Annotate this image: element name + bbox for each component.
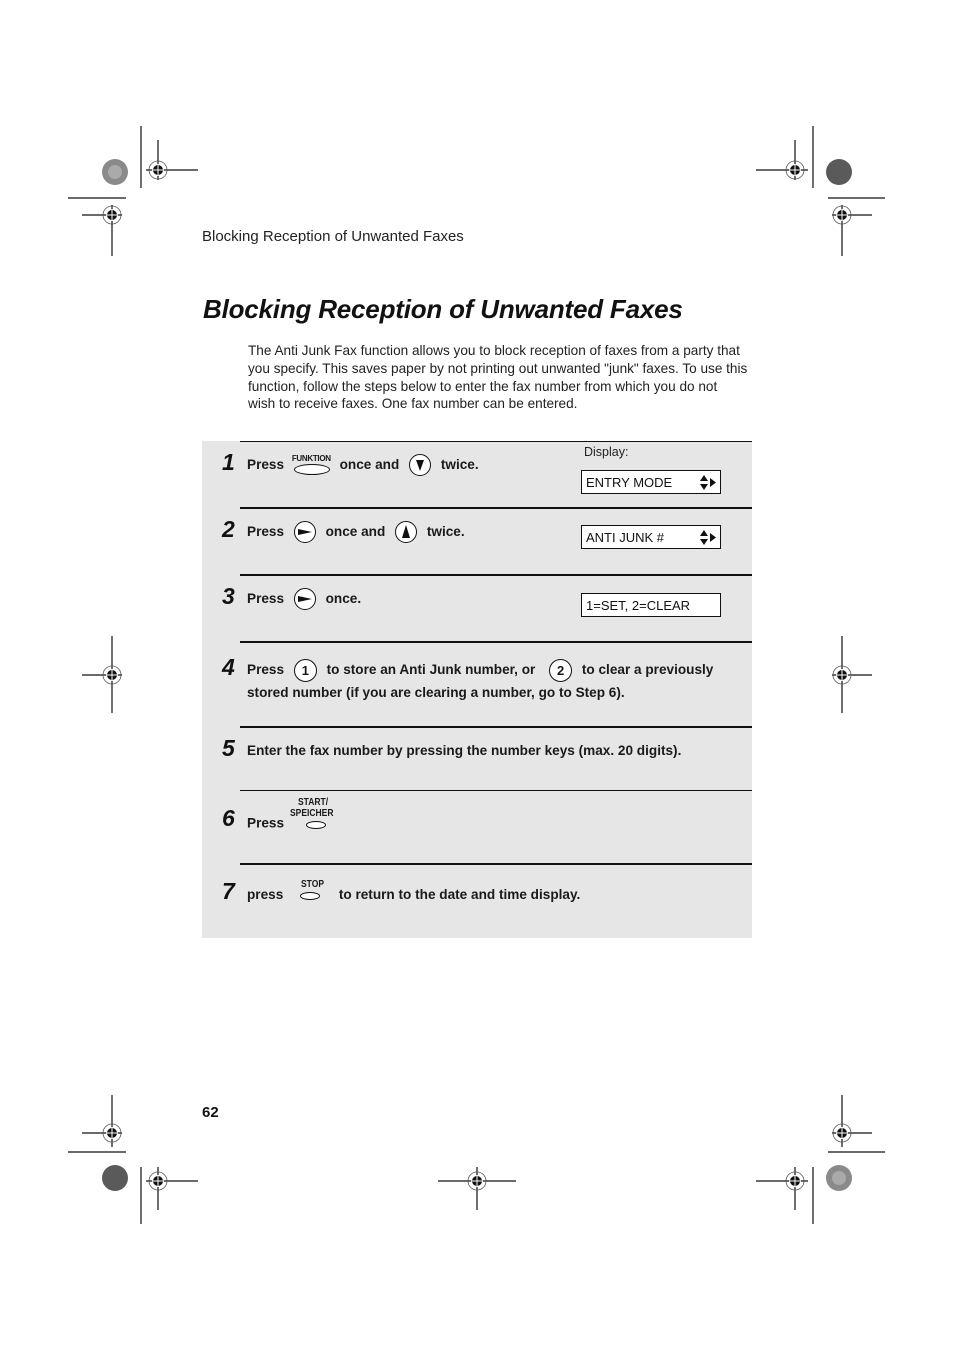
running-head: Blocking Reception of Unwanted Faxes bbox=[202, 228, 464, 245]
step-text-end: to return to the date and time display. bbox=[338, 887, 581, 902]
key-label-top: START/ bbox=[297, 797, 328, 808]
step-text: Press START/ SPEICHER bbox=[247, 797, 342, 837]
display-label: Display: bbox=[584, 445, 629, 459]
lcd-text: ENTRY MODE bbox=[586, 475, 673, 490]
step-text-mid: once and bbox=[325, 524, 386, 539]
divider bbox=[240, 726, 752, 728]
stop-key-icon: STOP bbox=[295, 879, 331, 906]
start-speicher-key-icon: START/ SPEICHER bbox=[289, 797, 342, 837]
divider bbox=[240, 441, 752, 442]
step-text-press: press bbox=[247, 887, 284, 902]
step-text: Press 1 to store an Anti Junk number, or… bbox=[247, 659, 713, 703]
page-title: Blocking Reception of Unwanted Faxes bbox=[203, 294, 683, 324]
step-number: 7 bbox=[222, 878, 235, 904]
step-text-press: Press bbox=[247, 591, 285, 606]
right-arrow-key-icon bbox=[293, 588, 316, 611]
step-text: Enter the fax number by pressing the num… bbox=[247, 743, 682, 758]
step-text-press: Press bbox=[247, 815, 285, 831]
divider bbox=[240, 507, 752, 509]
step-text-press: Press bbox=[247, 524, 285, 539]
up-down-right-arrows-icon bbox=[700, 530, 716, 545]
step-number: 5 bbox=[222, 735, 235, 761]
lcd-display: ENTRY MODE bbox=[581, 470, 721, 494]
step-number: 4 bbox=[222, 654, 235, 680]
number-key-1: 1 bbox=[293, 659, 317, 682]
down-arrow-key-icon bbox=[409, 454, 432, 477]
key-label-bottom: SPEICHER bbox=[289, 808, 334, 819]
step-text: Press once and twice. bbox=[247, 521, 465, 544]
step-text-mid: to store an Anti Junk number, or bbox=[326, 662, 536, 678]
divider bbox=[240, 641, 752, 643]
step-text-end: twice. bbox=[426, 524, 465, 539]
number-key-2: 2 bbox=[549, 659, 573, 682]
step-number: 1 bbox=[222, 449, 235, 475]
step-text: press STOP to return to the date and tim… bbox=[247, 879, 581, 906]
step-text: Press FUNKTION once and twice. bbox=[247, 454, 479, 477]
lcd-text: ANTI JUNK # bbox=[586, 530, 665, 545]
steps-panel: Display: 1 Press FUNKTION once and twice… bbox=[202, 441, 752, 938]
step-text-end: to clear a previously bbox=[581, 662, 714, 678]
step-number: 3 bbox=[222, 583, 235, 609]
step-text: Press once. bbox=[247, 588, 362, 611]
page-number: 62 bbox=[202, 1104, 219, 1121]
key-label: STOP bbox=[301, 879, 325, 891]
step-text-end: once. bbox=[325, 591, 362, 606]
step-number: 6 bbox=[222, 805, 235, 831]
step-text-press: Press bbox=[247, 662, 285, 678]
up-down-right-arrows-icon bbox=[700, 475, 716, 490]
step-text-line2: stored number (if you are clearing a num… bbox=[247, 685, 625, 700]
lcd-display: ANTI JUNK # bbox=[581, 525, 721, 549]
funktion-key-icon: FUNKTION bbox=[292, 454, 332, 476]
divider bbox=[240, 790, 752, 791]
step-text-end: twice. bbox=[440, 457, 479, 472]
step-number: 2 bbox=[222, 516, 235, 542]
right-arrow-key-icon bbox=[293, 521, 316, 544]
step-text-press: Press bbox=[247, 457, 285, 472]
lcd-display: 1=SET, 2=CLEAR bbox=[581, 593, 721, 617]
divider bbox=[240, 863, 752, 865]
up-arrow-key-icon bbox=[395, 521, 418, 544]
intro-paragraph: The Anti Junk Fax function allows you to… bbox=[248, 343, 748, 412]
lcd-text: 1=SET, 2=CLEAR bbox=[586, 598, 691, 613]
divider bbox=[240, 574, 752, 576]
step-text-mid: once and bbox=[339, 457, 400, 472]
